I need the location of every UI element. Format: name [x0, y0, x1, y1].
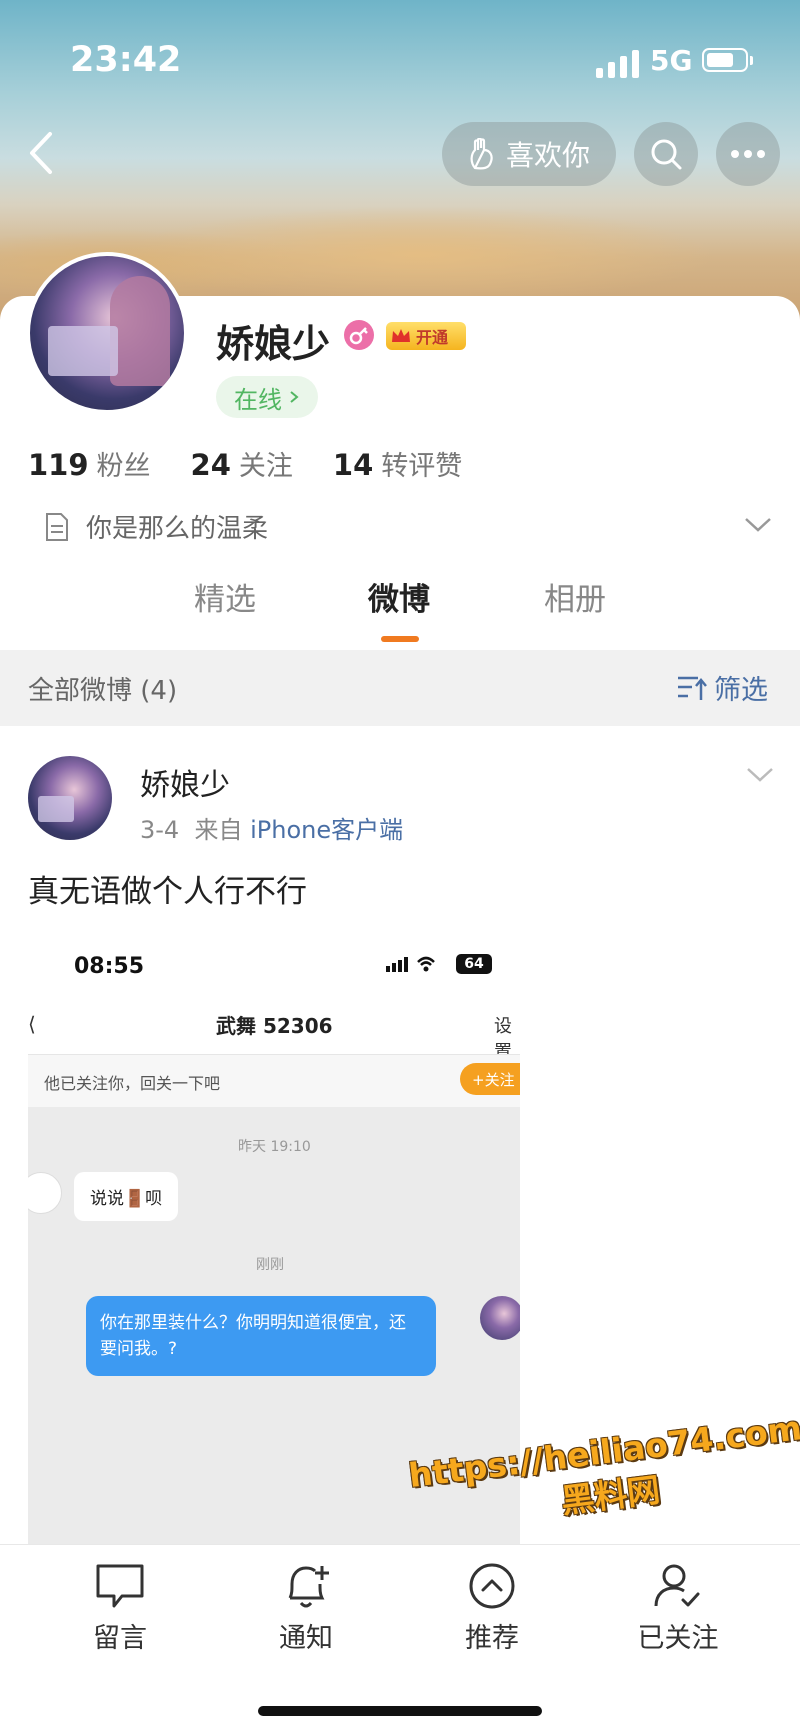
image-time: 08:55	[74, 954, 145, 979]
chevron-down-icon	[747, 768, 773, 782]
recommend-icon	[469, 1563, 515, 1609]
profile-stats: 119 粉丝 24 关注 14 转评赞	[28, 444, 462, 483]
filter-label: 筛选	[714, 675, 768, 706]
user-check-icon	[654, 1564, 700, 1607]
vip-open-badge[interactable]: 开通	[386, 322, 466, 350]
image-battery: 64	[456, 954, 492, 974]
image-chat-title: 武舞 52306	[216, 1014, 333, 1038]
image-timestamp: 刚刚	[256, 1257, 284, 1273]
chevron-down-icon	[745, 518, 771, 532]
crown-icon	[392, 329, 410, 342]
stat-label: 关注	[238, 451, 293, 482]
tab-featured[interactable]: 精选	[194, 574, 256, 619]
image-outgoing-bubble: 你在那里装什么？你明明知道很便宜，还要问我。?	[86, 1296, 436, 1376]
more-dots-icon	[731, 150, 765, 158]
filter-button[interactable]: 筛选	[676, 668, 768, 707]
chevron-left-icon	[30, 132, 52, 174]
followed-button[interactable]: 已关注	[618, 1560, 738, 1655]
post-client-link[interactable]: iPhone客户端	[250, 816, 403, 844]
bell-plus-icon	[288, 1566, 329, 1608]
like-you-label: 喜欢你	[505, 139, 590, 172]
stat-value: 24	[190, 448, 231, 482]
post-menu-button[interactable]	[744, 764, 776, 786]
bio-expand-button[interactable]	[742, 514, 774, 536]
stat-label: 转评赞	[381, 451, 463, 482]
stat-label: 粉丝	[96, 451, 151, 482]
post-meta: 3-4 来自 iPhone客户端	[140, 810, 403, 845]
nav-label: 留言	[93, 1623, 147, 1654]
home-indicator[interactable]	[258, 1706, 542, 1716]
post-text: 真无语做个人行不行	[28, 874, 307, 910]
stat-interactions[interactable]: 14 转评赞	[333, 444, 462, 483]
tab-weibo[interactable]: 微博	[368, 574, 430, 619]
back-button[interactable]	[22, 128, 62, 178]
document-icon	[46, 512, 68, 541]
post-source-prefix: 来自	[194, 816, 243, 844]
bio-text: 你是那么的温柔	[86, 514, 269, 544]
image-timestamp: 昨天 19:10	[238, 1139, 311, 1155]
stat-value: 119	[28, 448, 89, 482]
post-author-name[interactable]: 娇娘少	[140, 760, 230, 804]
nav-label: 推荐	[465, 1623, 519, 1654]
chevron-right-icon	[290, 391, 299, 403]
post-date: 3-4	[140, 816, 180, 844]
profile-username: 娇娘少	[216, 322, 331, 366]
image-peer-avatar	[28, 1172, 62, 1214]
nav-label: 已关注	[637, 1623, 719, 1654]
profile-bio[interactable]: 你是那么的温柔	[44, 508, 268, 545]
image-follow-notice: 他已关注你，回关一下吧	[44, 1074, 221, 1093]
stat-value: 14	[332, 448, 374, 482]
key-icon	[349, 327, 368, 345]
image-back-mark: ⟨	[28, 1012, 36, 1036]
signal-icon	[596, 50, 640, 78]
like-you-button[interactable]: 喜欢你	[442, 122, 616, 186]
hand-heart-icon	[470, 138, 493, 170]
recommend-button[interactable]: 推荐	[432, 1560, 552, 1655]
status-time: 23:42	[70, 40, 182, 80]
network-type: 5G	[650, 44, 693, 77]
more-button[interactable]	[716, 122, 780, 186]
image-follow-button: +关注	[460, 1063, 520, 1095]
comment-button[interactable]: 留言	[60, 1560, 180, 1655]
nav-label: 通知	[279, 1623, 333, 1654]
notify-button[interactable]: 通知	[246, 1560, 366, 1655]
search-button[interactable]	[634, 122, 698, 186]
tab-album[interactable]: 相册	[544, 574, 606, 619]
vip-label: 开通	[416, 328, 449, 347]
battery-icon	[702, 48, 753, 72]
profile-avatar[interactable]	[26, 252, 188, 414]
post-author-avatar[interactable]	[28, 756, 112, 840]
all-posts-count: 全部微博 (4)	[28, 676, 178, 706]
image-incoming-bubble: 说说🚪呗	[74, 1172, 179, 1221]
comment-icon	[96, 1564, 144, 1608]
active-tab-indicator	[381, 636, 419, 642]
filter-sort-icon	[678, 676, 707, 700]
stat-following[interactable]: 24 关注	[191, 444, 293, 483]
verified-badge-icon[interactable]	[344, 320, 374, 350]
search-icon	[651, 139, 682, 170]
online-status-chip[interactable]: 在线	[216, 376, 318, 418]
image-signal-wifi-icon	[386, 954, 442, 979]
image-self-avatar	[480, 1296, 520, 1340]
stat-followers[interactable]: 119 粉丝	[28, 444, 151, 483]
online-label: 在线	[234, 385, 282, 414]
